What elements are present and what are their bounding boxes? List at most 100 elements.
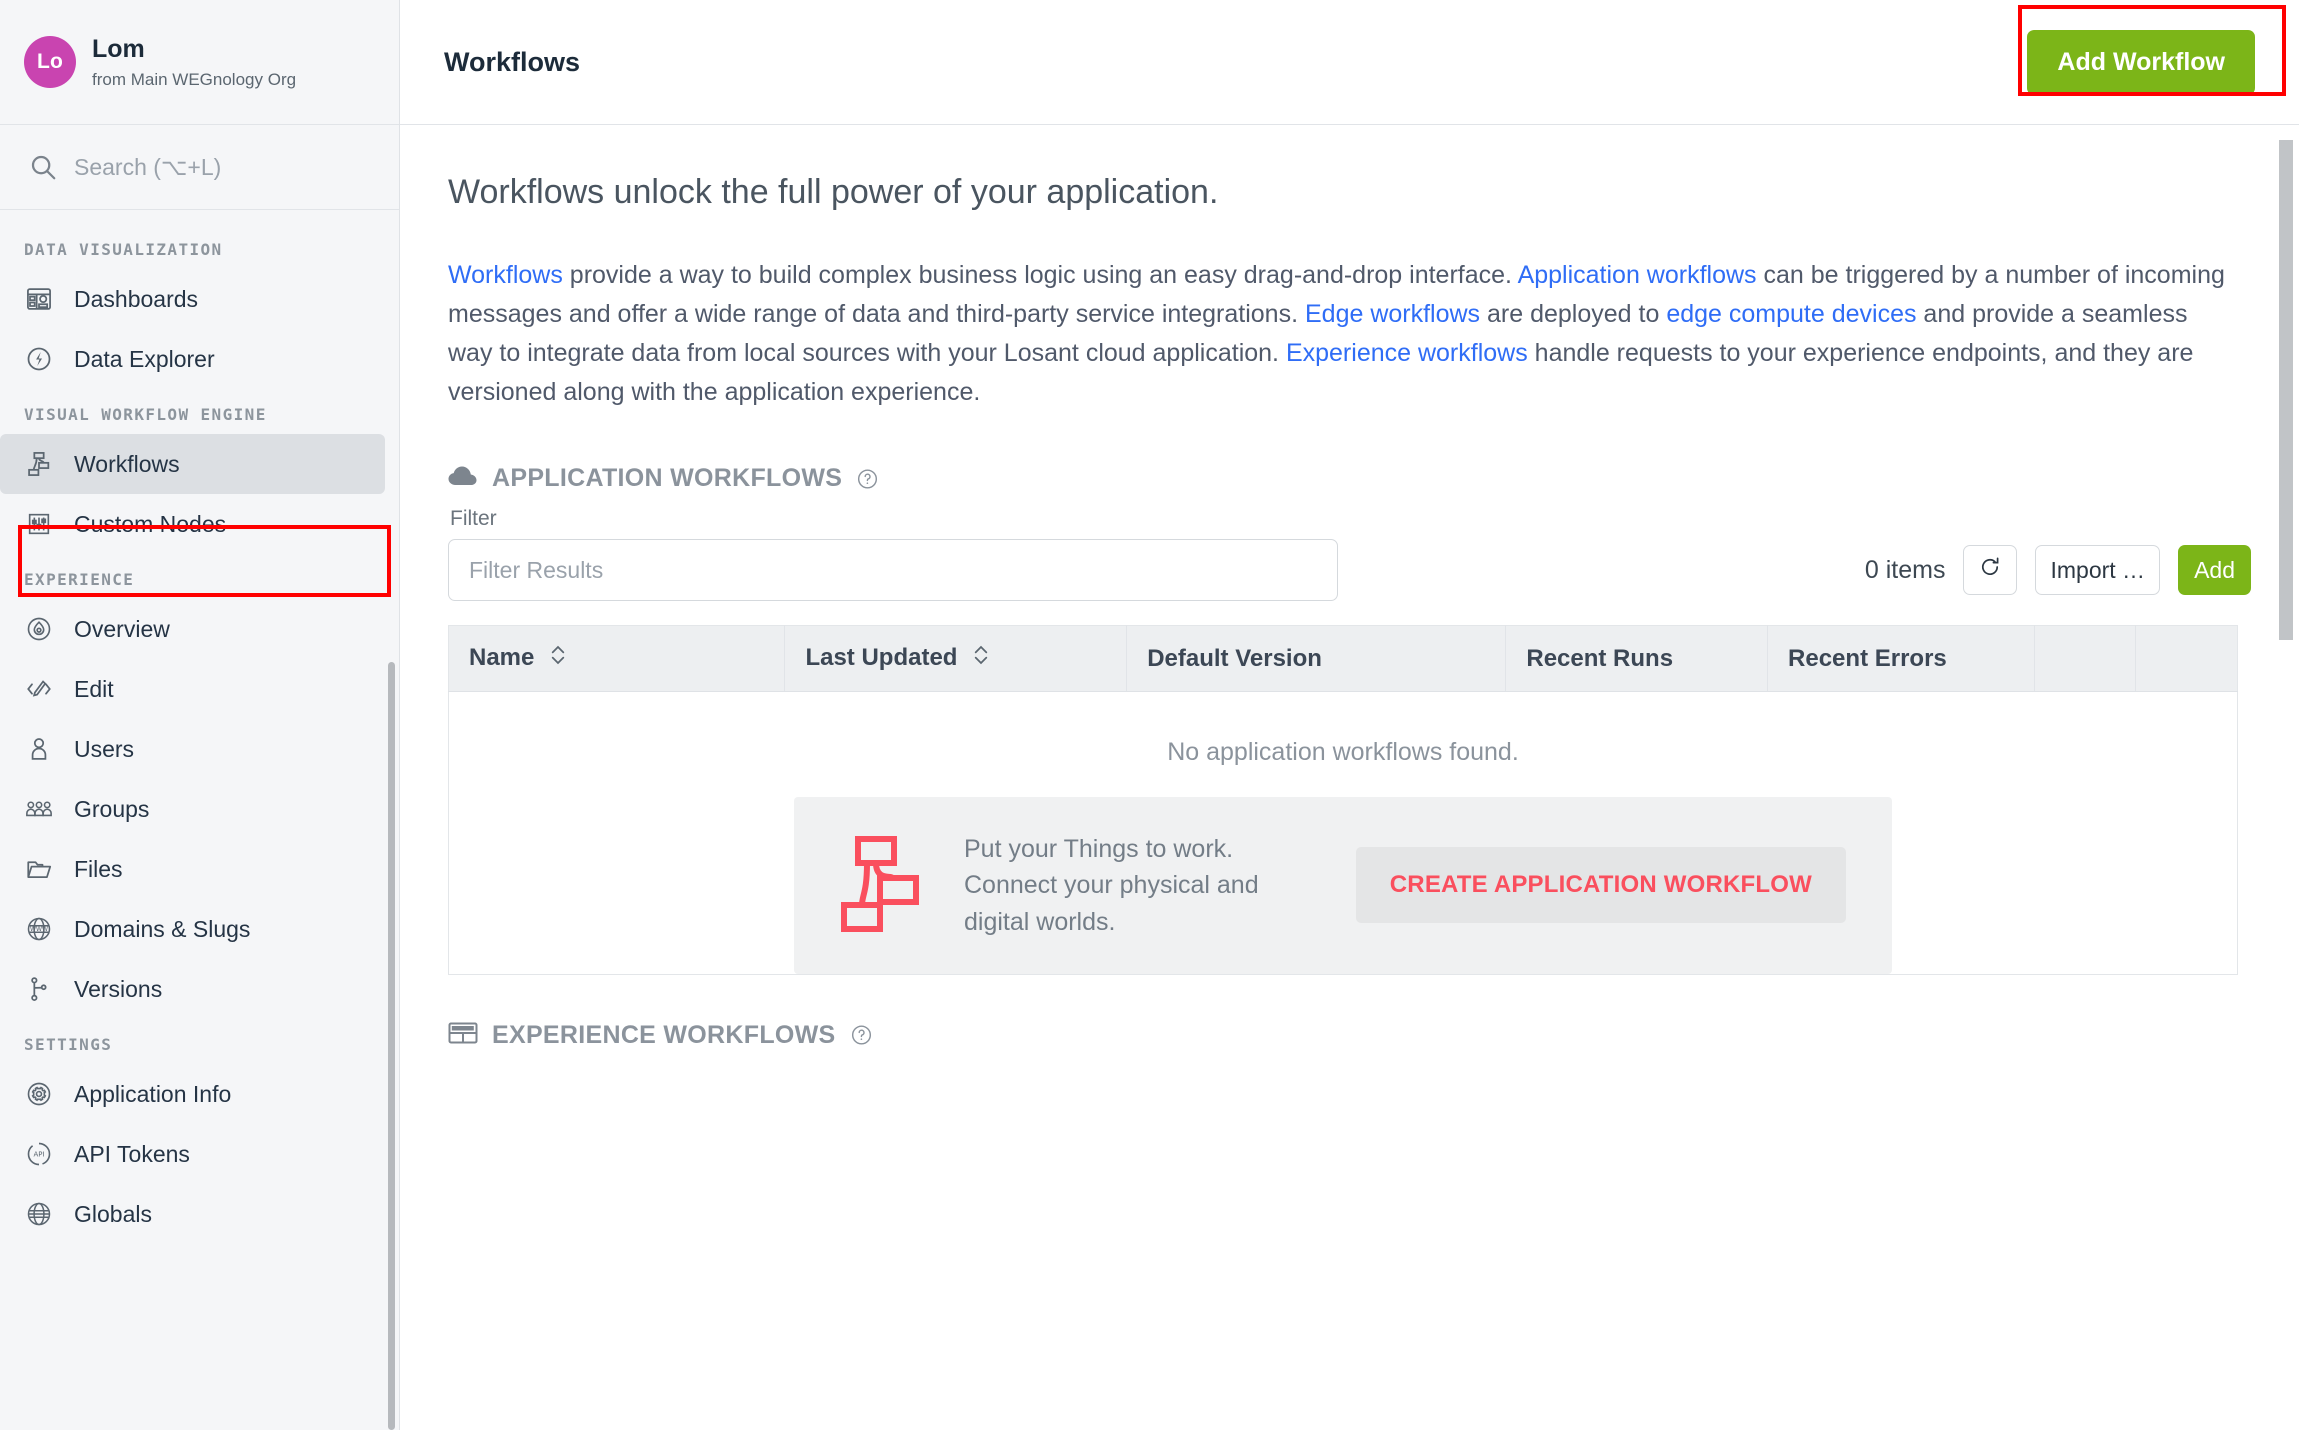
sidebar-item-data-explorer[interactable]: Data Explorer bbox=[0, 329, 385, 389]
sidebar-item-label: Edit bbox=[74, 675, 114, 702]
api-icon: API bbox=[24, 1139, 54, 1169]
svg-text:WWW: WWW bbox=[30, 926, 48, 933]
main-scrollbar[interactable] bbox=[2279, 140, 2293, 640]
column-label: Name bbox=[469, 643, 535, 671]
workflow-icon bbox=[24, 449, 54, 479]
sidebar-item-dashboards[interactable]: Dashboards bbox=[0, 269, 385, 329]
link-workflows[interactable]: Workflows bbox=[448, 261, 563, 289]
data-explorer-icon bbox=[24, 344, 54, 374]
code-pencil-icon bbox=[24, 674, 54, 704]
sidebar-item-application-info[interactable]: Application Info bbox=[0, 1064, 385, 1124]
experience-workflows-header: EXPERIENCE WORKFLOWS bbox=[448, 1021, 2251, 1050]
nav-group-experience: EXPERIENCE bbox=[24, 570, 135, 589]
experience-icon bbox=[448, 1021, 478, 1050]
search-input[interactable]: Search (⌥+L) bbox=[0, 125, 399, 210]
sidebar-item-label: Data Explorer bbox=[74, 345, 215, 372]
table-body: No application workflows found. Put your… bbox=[449, 692, 2238, 975]
import-button[interactable]: Import … bbox=[2035, 545, 2161, 595]
sidebar-item-users[interactable]: Users bbox=[0, 719, 385, 779]
promo-text: Put your Things to work. Connect your ph… bbox=[964, 835, 1259, 936]
org-subtitle: from Main WEGnology Org bbox=[92, 70, 297, 89]
sidebar-item-files[interactable]: Files bbox=[0, 839, 385, 899]
users-group-icon bbox=[24, 794, 54, 824]
content-paragraph: Workflows provide a way to build complex… bbox=[448, 256, 2238, 412]
sidebar-item-globals[interactable]: Globals bbox=[0, 1184, 385, 1244]
link-experience-workflows[interactable]: Experience workflows bbox=[1286, 339, 1528, 367]
filter-row: 0 items Import … Add bbox=[448, 539, 2251, 601]
sidebar-item-label: Groups bbox=[74, 795, 150, 822]
topbar: Workflows Add Workflow bbox=[400, 0, 2299, 125]
folder-icon bbox=[24, 854, 54, 884]
link-application-workflows[interactable]: Application workflows bbox=[1518, 261, 1757, 289]
nav-group-data-visualization: DATA VISUALIZATION bbox=[24, 240, 223, 259]
org-name: Lom bbox=[92, 34, 145, 63]
sidebar-item-api-tokens[interactable]: API API Tokens bbox=[0, 1124, 385, 1184]
help-circle-icon[interactable] bbox=[856, 467, 879, 490]
sidebar-item-custom-nodes[interactable]: Custom Nodes bbox=[0, 494, 385, 554]
branch-icon bbox=[24, 974, 54, 1004]
nav-group-settings: SETTINGS bbox=[24, 1035, 113, 1054]
table-header-row: Name Last Updated Default Version Recent… bbox=[448, 625, 2238, 692]
globe-icon bbox=[24, 1199, 54, 1229]
application-workflows-title: APPLICATION WORKFLOWS bbox=[492, 464, 843, 492]
table-empty-row: No application workflows found. Put your… bbox=[449, 692, 2238, 975]
sidebar-item-overview[interactable]: Overview bbox=[0, 599, 385, 659]
experience-workflows-title: EXPERIENCE WORKFLOWS bbox=[492, 1020, 836, 1049]
column-label: Default Version bbox=[1147, 644, 1322, 672]
sidebar: Lo Lom from Main WEGnology Org Search (⌥… bbox=[0, 0, 400, 1430]
column-header-default-version: Default Version bbox=[1126, 625, 1507, 692]
link-edge-workflows[interactable]: Edge workflows bbox=[1305, 300, 1480, 328]
sidebar-item-label: Files bbox=[74, 855, 123, 882]
items-count: 0 items bbox=[1864, 555, 1946, 584]
sidebar-item-edit[interactable]: Edit bbox=[0, 659, 385, 719]
sidebar-item-label: Users bbox=[74, 735, 135, 762]
promo-card: Put your Things to work. Connect your ph… bbox=[794, 797, 1892, 974]
sidebar-item-label: Application Info bbox=[74, 1080, 232, 1107]
refresh-button[interactable] bbox=[1963, 545, 2018, 595]
application-workflows-table: Name Last Updated Default Version Recent… bbox=[448, 625, 2238, 975]
sidebar-item-label: API Tokens bbox=[74, 1140, 190, 1167]
search-placeholder: Search (⌥+L) bbox=[74, 153, 222, 180]
user-icon bbox=[24, 734, 54, 764]
filter-label: Filter bbox=[450, 507, 497, 530]
table-head: Name Last Updated Default Version Recent… bbox=[448, 625, 2238, 692]
column-header-name[interactable]: Name bbox=[448, 625, 786, 692]
org-text: Lom from Main WEGnology Org bbox=[92, 34, 296, 91]
column-header-recent-errors: Recent Errors bbox=[1767, 625, 2036, 692]
sidebar-item-label: Custom Nodes bbox=[74, 510, 227, 537]
sidebar-item-workflows[interactable]: Workflows bbox=[0, 434, 385, 494]
sidebar-item-groups[interactable]: Groups bbox=[0, 779, 385, 839]
app-root: Lo Lom from Main WEGnology Org Search (⌥… bbox=[0, 0, 2299, 1430]
sidebar-item-domains-slugs[interactable]: WWW Domains & Slugs bbox=[0, 899, 385, 959]
para-text-3: are deployed to bbox=[1480, 300, 1667, 328]
column-label: Last Updated bbox=[805, 643, 958, 671]
sidebar-item-label: Domains & Slugs bbox=[74, 915, 251, 942]
empty-message: No application workflows found. bbox=[1167, 738, 1519, 766]
cloud-icon bbox=[448, 465, 478, 492]
column-header-blank-1 bbox=[2034, 625, 2137, 692]
sort-icon bbox=[972, 643, 990, 674]
column-header-blank-2 bbox=[2135, 625, 2238, 692]
sidebar-item-label: Dashboards bbox=[74, 285, 199, 312]
create-application-workflow-button[interactable]: CREATE APPLICATION WORKFLOW bbox=[1355, 847, 1846, 924]
column-header-last-updated[interactable]: Last Updated bbox=[784, 625, 1128, 692]
filter-input[interactable] bbox=[448, 539, 1338, 601]
link-edge-compute-devices[interactable]: edge compute devices bbox=[1666, 300, 1916, 328]
avatar: Lo bbox=[24, 36, 76, 88]
gear-icon bbox=[24, 1079, 54, 1109]
nav-group-visual-workflow-engine: VISUAL WORKFLOW ENGINE bbox=[24, 405, 267, 424]
filter-actions: 0 items Import … Add bbox=[1865, 545, 2251, 595]
sidebar-item-versions[interactable]: Versions bbox=[0, 959, 385, 1019]
sidebar-nav: DATA VISUALIZATION Dashboards Data Explo… bbox=[0, 210, 399, 1244]
add-workflow-button[interactable]: Add Workflow bbox=[2027, 29, 2255, 95]
content-lede: Workflows unlock the full power of your … bbox=[448, 173, 1219, 211]
page-title: Workflows bbox=[444, 46, 581, 77]
sidebar-scrollbar[interactable] bbox=[388, 662, 395, 1430]
sidebar-item-label: Globals bbox=[74, 1200, 152, 1227]
empty-state-cell: No application workflows found. Put your… bbox=[449, 692, 2238, 975]
org-switcher[interactable]: Lo Lom from Main WEGnology Org bbox=[0, 0, 399, 125]
sidebar-item-label: Versions bbox=[74, 975, 163, 1002]
sidebar-item-label: Workflows bbox=[74, 450, 180, 477]
help-circle-icon[interactable] bbox=[850, 1024, 873, 1047]
add-button[interactable]: Add bbox=[2178, 545, 2251, 595]
